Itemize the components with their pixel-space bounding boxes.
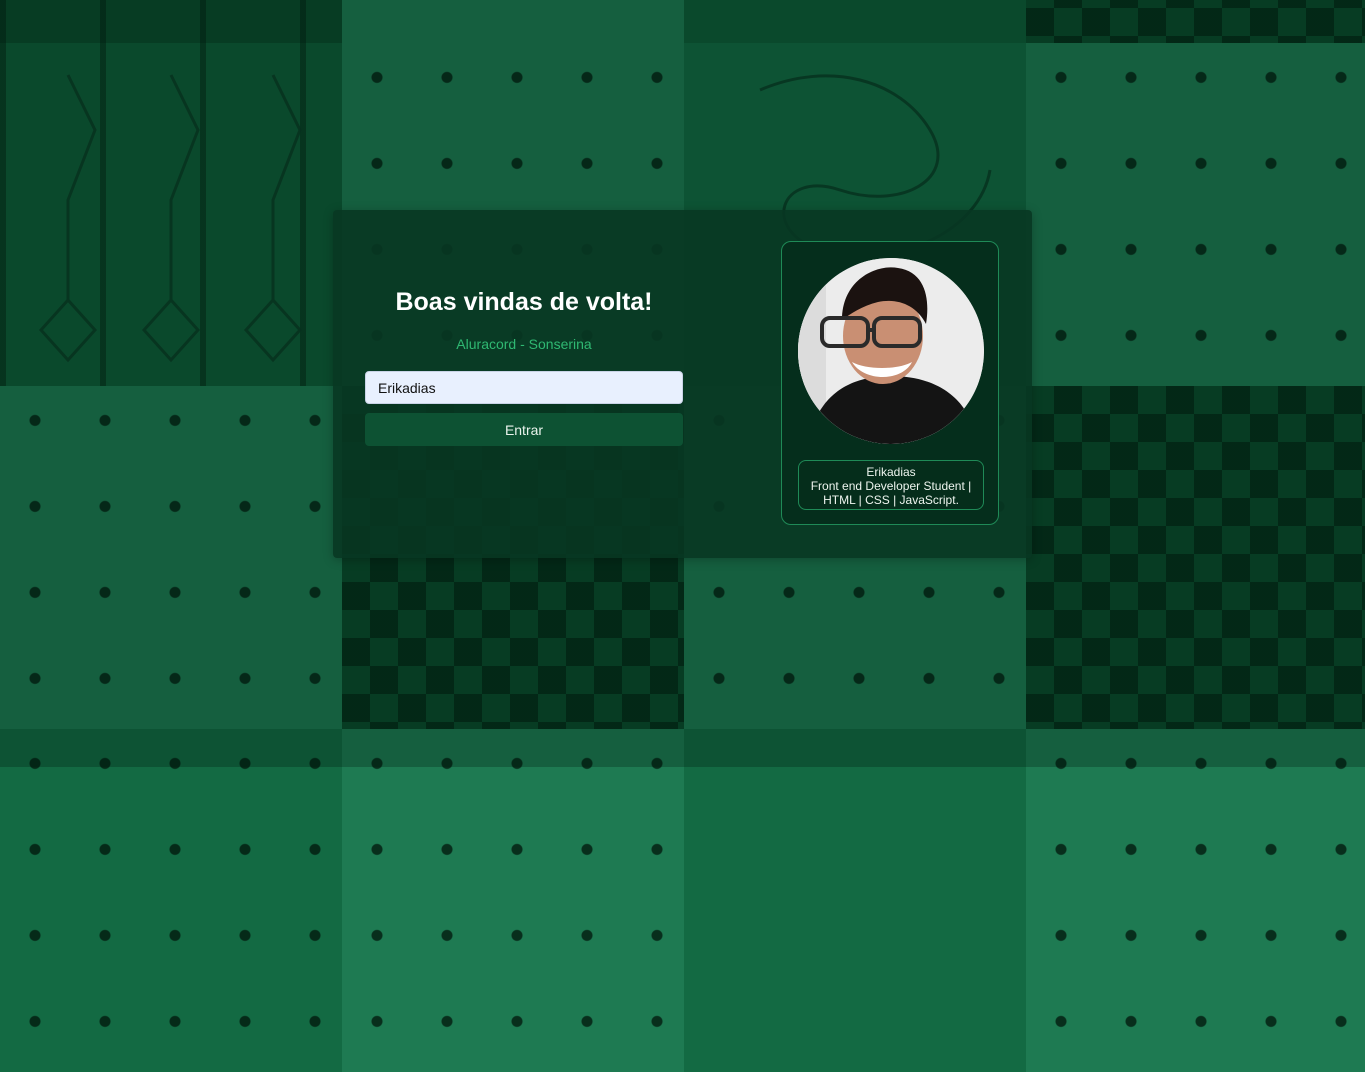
profile-username: Erikadias xyxy=(866,465,916,479)
background-tile xyxy=(0,729,342,1072)
background-tile xyxy=(342,729,684,1072)
enter-button[interactable]: Entrar xyxy=(365,413,683,446)
profile-bio-line: HTML | CSS | JavaScript. xyxy=(823,493,959,507)
background-tile xyxy=(1026,729,1365,1072)
profile-bio-line: Front end Developer Student | xyxy=(810,479,972,493)
background-tile xyxy=(684,729,1026,1072)
login-panel: Boas vindas de volta! Aluracord - Sonser… xyxy=(333,210,1032,558)
page-title: Boas vindas de volta! xyxy=(395,288,653,316)
profile-card: Erikadias Front end Developer Student | … xyxy=(781,241,999,525)
profile-info-box: Erikadias Front end Developer Student | … xyxy=(798,460,984,510)
login-form: Boas vindas de volta! Aluracord - Sonser… xyxy=(365,282,683,446)
app-subtitle: Aluracord - Sonserina xyxy=(456,336,592,352)
username-input[interactable] xyxy=(365,371,683,404)
avatar-photo xyxy=(798,258,984,444)
avatar xyxy=(798,258,984,444)
